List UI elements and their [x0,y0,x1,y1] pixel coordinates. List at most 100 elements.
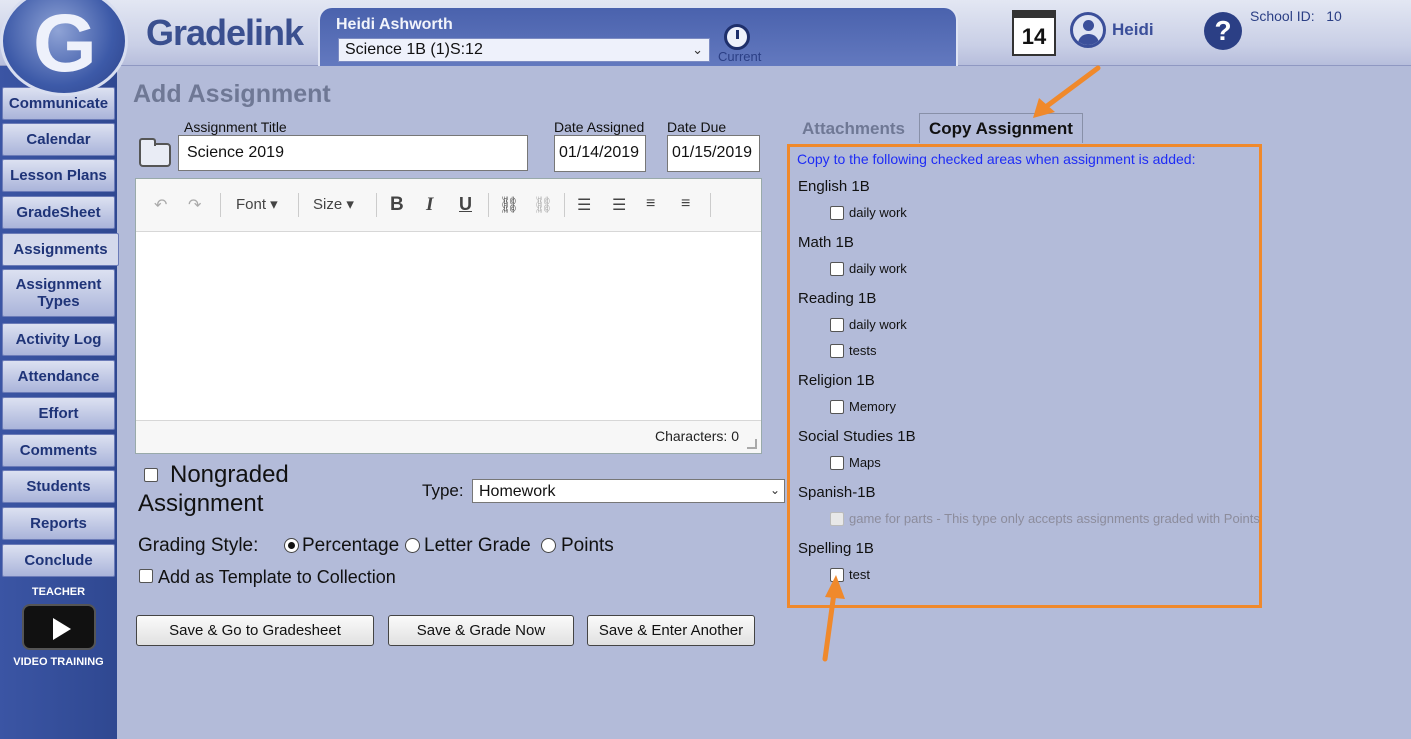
sidebar-item-comments[interactable]: Comments [2,434,115,467]
sidebar-item-students[interactable]: Students [2,470,115,503]
copy-item-spanish-game-for-parts: game for parts - This type only accepts … [849,511,1260,526]
sidebar-item-conclude[interactable]: Conclude [2,544,115,577]
copy-checkbox-english-daily-work[interactable] [830,206,844,220]
toolbar-divider [488,193,489,217]
sidebar-item-reports[interactable]: Reports [2,507,115,540]
copy-item-math-daily-work: daily work [849,261,907,276]
editor-toolbar: ↶ ↷ Font ▾ Size ▾ B I U ⛓ ⛓ ☰ ☰ ≡ ≡ [136,179,761,232]
resize-handle-icon[interactable] [747,439,757,449]
editor-footer: Characters: 0 [136,420,761,453]
type-select[interactable]: Homework ⌄ [472,479,785,503]
sidebar-item-assignments[interactable]: Assignments [2,233,119,266]
italic-icon[interactable]: I [426,194,433,216]
copy-checkbox-social-studies-maps[interactable] [830,456,844,470]
assignment-title-label: Assignment Title [184,119,287,135]
teacher-name: Heidi Ashworth [336,16,453,33]
toolbar-divider [298,193,299,217]
video-training-bottom-label: VIDEO TRAINING [13,656,104,668]
group-math-1b: Math 1B [798,234,854,251]
group-religion-1b: Religion 1B [798,372,875,389]
link-icon[interactable]: ⛓ [499,195,519,215]
nongraded-checkbox[interactable] [144,468,158,482]
clock-icon[interactable] [724,24,750,50]
copy-item-reading-daily-work: daily work [849,317,907,332]
copy-item-spelling-test: test [849,567,870,582]
assignment-title-input[interactable]: Science 2019 [178,135,528,171]
toolbar-divider [564,193,565,217]
copy-checkbox-reading-tests[interactable] [830,344,844,358]
nongraded-label-line1: Nongraded [170,461,289,488]
radio-letter-grade-label[interactable]: Letter Grade [424,535,531,557]
size-dropdown[interactable]: Size ▾ [313,195,354,213]
redo-icon[interactable]: ↷ [188,195,201,215]
group-social-studies-1b: Social Studies 1B [798,428,916,445]
folder-icon[interactable] [139,138,171,167]
radio-letter-grade[interactable] [405,538,420,553]
align-left-icon[interactable]: ≡ [646,195,655,213]
copy-checkbox-spelling-test[interactable] [830,568,844,582]
help-icon[interactable]: ? [1204,12,1242,50]
school-id-value: 10 [1326,8,1342,24]
type-label: Type: [422,481,464,500]
copy-checkbox-reading-daily-work[interactable] [830,318,844,332]
video-training[interactable]: TEACHER VIDEO TRAINING [0,586,117,668]
copy-checkbox-spanish-game-for-parts [830,512,844,526]
tab-copy-assignment[interactable]: Copy Assignment [919,113,1083,143]
radio-points-label[interactable]: Points [561,535,614,557]
toolbar-divider [710,193,711,217]
font-dropdown-label: Font [236,196,267,213]
current-label[interactable]: Current [718,49,761,64]
size-dropdown-label: Size [313,196,343,213]
save-enter-another-button[interactable]: Save & Enter Another [587,615,755,646]
align-center-icon[interactable]: ≡ [681,195,690,213]
user-icon[interactable] [1070,12,1106,48]
copy-item-english-daily-work: daily work [849,205,907,220]
bulleted-list-icon[interactable]: ☰ [612,195,626,215]
sidebar-item-calendar[interactable]: Calendar [2,123,115,156]
toolbar-divider [376,193,377,217]
play-icon[interactable] [21,604,96,650]
numbered-list-icon[interactable]: ☰ [577,195,591,215]
radio-percentage[interactable] [284,538,299,553]
chevron-down-icon: ⌄ [769,483,780,497]
sidebar-item-assignment-types[interactable]: Assignment Types [2,269,115,317]
page-title: Add Assignment [133,80,331,108]
brand-name: Gradelink [146,12,304,53]
toolbar-divider [220,193,221,217]
undo-icon[interactable]: ↶ [154,195,167,215]
tab-attachments[interactable]: Attachments [802,119,905,139]
underline-icon[interactable]: U [459,194,472,215]
save-go-to-gradesheet-button[interactable]: Save & Go to Gradesheet [136,615,374,646]
rich-text-editor[interactable]: ↶ ↷ Font ▾ Size ▾ B I U ⛓ ⛓ ☰ ☰ ≡ ≡ Char… [135,178,762,454]
date-due-input[interactable]: 01/15/2019 [667,135,760,172]
sidebar-item-gradesheet[interactable]: GradeSheet [2,196,115,229]
app-header: Gradelink Heidi Ashworth Science 1B (1)S… [0,0,1411,66]
group-reading-1b: Reading 1B [798,290,877,307]
radio-percentage-label[interactable]: Percentage [302,535,399,557]
save-grade-now-button[interactable]: Save & Grade Now [388,615,574,646]
sidebar-item-lesson-plans[interactable]: Lesson Plans [2,159,115,192]
class-select[interactable]: Science 1B (1)S:12 ⌄ [338,38,710,62]
calendar-icon[interactable]: 14 [1012,10,1056,56]
chevron-down-icon: ⌄ [692,42,703,57]
copy-checkbox-math-daily-work[interactable] [830,262,844,276]
sidebar-item-effort[interactable]: Effort [2,397,115,430]
copy-checkbox-religion-memory[interactable] [830,400,844,414]
template-label: Add as Template to Collection [158,567,396,587]
group-spelling-1b: Spelling 1B [798,540,874,557]
font-dropdown[interactable]: Font ▾ [236,195,278,213]
class-panel: Heidi Ashworth Science 1B (1)S:12 ⌄ Curr… [318,6,958,66]
user-name[interactable]: Heidi [1112,20,1154,40]
sidebar-item-activity-log[interactable]: Activity Log [2,323,115,356]
character-count: Characters: 0 [654,428,739,444]
unlink-icon[interactable]: ⛓ [533,195,553,215]
radio-points[interactable] [541,538,556,553]
date-due-label: Date Due [667,119,727,135]
group-english-1b: English 1B [798,178,870,195]
sidebar: Communicate Calendar Lesson Plans GradeS… [0,66,119,739]
date-assigned-input[interactable]: 01/14/2019 [554,135,646,172]
bold-icon[interactable]: B [390,194,404,216]
copy-item-reading-tests: tests [849,343,877,358]
template-checkbox[interactable] [139,569,153,583]
sidebar-item-attendance[interactable]: Attendance [2,360,115,393]
